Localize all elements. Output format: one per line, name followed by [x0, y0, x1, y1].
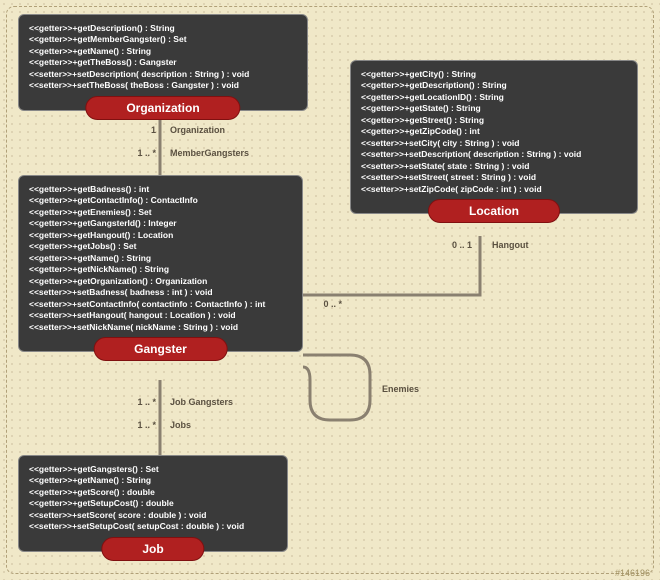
method-row: <<getter>>+getSetupCost() : double — [29, 498, 277, 509]
method-row: <<getter>>+getBadness() : int — [29, 184, 292, 195]
role-enemies: Enemies — [382, 384, 419, 394]
method-row: <<getter>>+getZipCode() : int — [361, 126, 627, 137]
class-title-location: Location — [428, 199, 560, 223]
method-row: <<setter>>+setSetupCost( setupCost : dou… — [29, 521, 277, 532]
method-row: <<getter>>+getScore() : double — [29, 487, 277, 498]
method-row: <<setter>>+setState( state : String ) : … — [361, 161, 627, 172]
method-row: <<setter>>+setCity( city : String ) : vo… — [361, 138, 627, 149]
class-organization: <<getter>>+getDescription() : String <<g… — [18, 14, 308, 111]
method-row: <<getter>>+getGangsters() : Set — [29, 464, 277, 475]
method-row: <<setter>>+setDescription( description :… — [361, 149, 627, 160]
method-row: <<getter>>+getLocationID() : String — [361, 92, 627, 103]
class-title-gangster: Gangster — [93, 337, 228, 361]
method-row: <<setter>>+setStreet( street : String ) … — [361, 172, 627, 183]
method-row: <<getter>>+getDescription() : String — [29, 23, 297, 34]
mult-org-1: 1 — [140, 125, 156, 135]
method-row: <<getter>>+getState() : String — [361, 103, 627, 114]
role-hangout: Hangout — [492, 240, 529, 250]
method-row: <<getter>>+getEnemies() : Set — [29, 207, 292, 218]
mult-org-2: 1 .. * — [122, 148, 156, 158]
method-row: <<getter>>+getGangsterId() : Integer — [29, 218, 292, 229]
method-row: <<setter>>+setHangout( hangout : Locatio… — [29, 310, 292, 321]
role-jobs: Jobs — [170, 420, 191, 430]
watermark: #146196 — [615, 568, 650, 578]
role-membergangsters: MemberGangsters — [170, 148, 249, 158]
class-job: <<getter>>+getGangsters() : Set <<getter… — [18, 455, 288, 552]
method-row: <<getter>>+getName() : String — [29, 475, 277, 486]
mult-loc-2: 0 .. * — [312, 299, 342, 309]
role-org: Organization — [170, 125, 225, 135]
method-row: <<getter>>+getContactInfo() : ContactInf… — [29, 195, 292, 206]
class-location: <<getter>>+getCity() : String <<getter>>… — [350, 60, 638, 214]
method-row: <<setter>>+setScore( score : double ) : … — [29, 510, 277, 521]
method-row: <<setter>>+setTheBoss( theBoss : Gangste… — [29, 80, 297, 91]
method-row: <<getter>>+getCity() : String — [361, 69, 627, 80]
class-gangster: <<getter>>+getBadness() : int <<getter>>… — [18, 175, 303, 352]
method-row: <<getter>>+getDescription() : String — [361, 80, 627, 91]
method-row: <<getter>>+getNickName() : String — [29, 264, 292, 275]
method-row: <<getter>>+getHangout() : Location — [29, 230, 292, 241]
method-row: <<getter>>+getMemberGangster() : Set — [29, 34, 297, 45]
method-row: <<getter>>+getTheBoss() : Gangster — [29, 57, 297, 68]
method-row: <<setter>>+setNickName( nickName : Strin… — [29, 322, 292, 333]
mult-job-1: 1 .. * — [122, 397, 156, 407]
role-jobgangsters: Job Gangsters — [170, 397, 233, 407]
mult-loc-1: 0 .. 1 — [442, 240, 472, 250]
method-row: <<getter>>+getName() : String — [29, 253, 292, 264]
method-row: <<getter>>+getJobs() : Set — [29, 241, 292, 252]
class-title-job: Job — [101, 537, 204, 561]
method-row: <<getter>>+getStreet() : String — [361, 115, 627, 126]
method-row: <<setter>>+setZipCode( zipCode : int ) :… — [361, 184, 627, 195]
method-row: <<setter>>+setDescription( description :… — [29, 69, 297, 80]
class-title-organization: Organization — [85, 96, 240, 120]
method-row: <<getter>>+getName() : String — [29, 46, 297, 57]
method-row: <<setter>>+setBadness( badness : int ) :… — [29, 287, 292, 298]
method-row: <<getter>>+getOrganization() : Organizat… — [29, 276, 292, 287]
mult-job-2: 1 .. * — [122, 420, 156, 430]
method-row: <<setter>>+setContactInfo( contactinfo :… — [29, 299, 292, 310]
